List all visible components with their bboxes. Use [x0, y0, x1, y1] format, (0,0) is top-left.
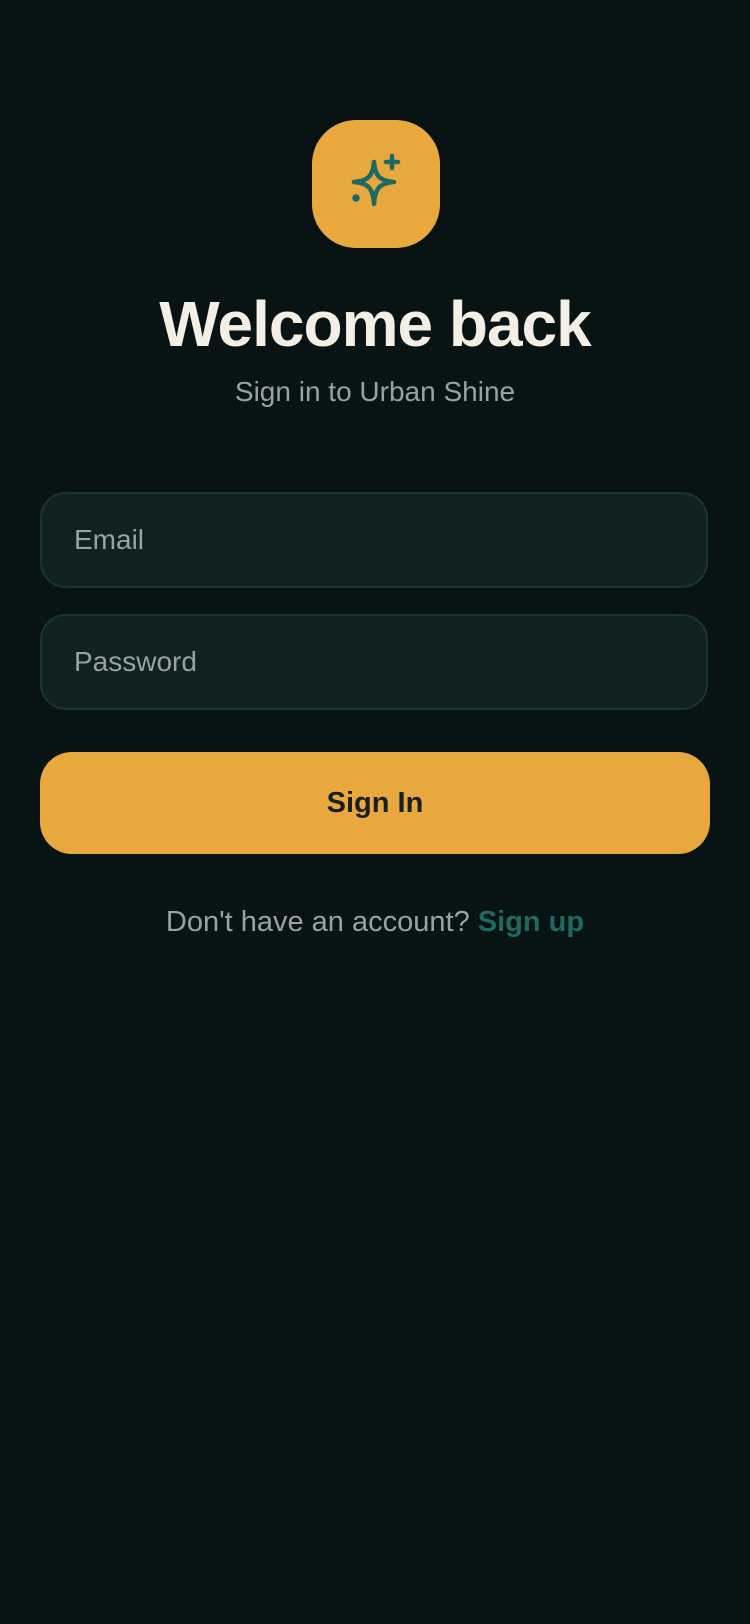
- sparkle-icon: [351, 153, 401, 207]
- app-logo: [312, 120, 440, 248]
- sign-up-prompt: Don't have an account? Sign up: [0, 900, 750, 944]
- sign-in-screen: Welcome back Sign in to Urban Shine Sign…: [0, 0, 750, 1624]
- email-field[interactable]: [74, 524, 706, 556]
- page-subtitle: Sign in to Urban Shine: [234, 376, 516, 407]
- password-field[interactable]: [74, 646, 706, 678]
- sign-up-link[interactable]: Sign up: [478, 906, 584, 938]
- password-field-container: [40, 614, 708, 710]
- sign-in-button[interactable]: Sign In: [40, 752, 710, 854]
- sign-up-prompt-text: Don't have an account?: [165, 906, 470, 938]
- page-title: Welcome back: [159, 288, 591, 360]
- email-field-container: [40, 492, 708, 588]
